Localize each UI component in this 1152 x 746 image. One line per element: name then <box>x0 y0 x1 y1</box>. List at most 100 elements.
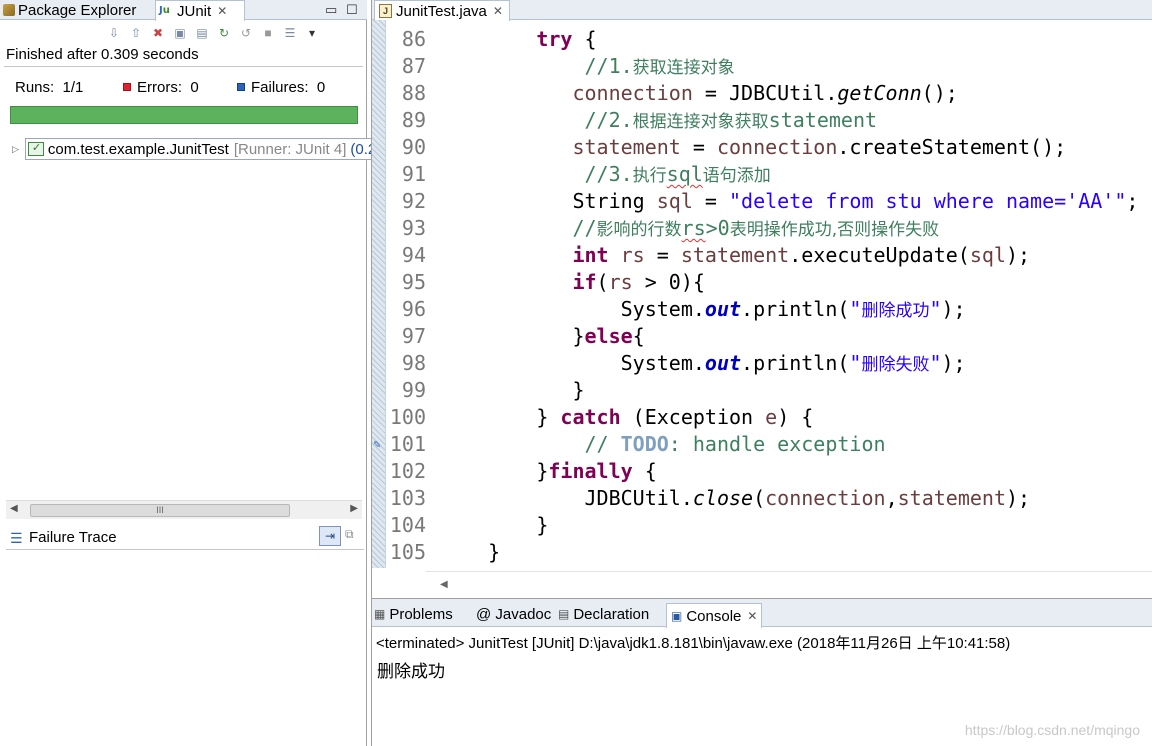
scrollbar-thumb[interactable]: III <box>30 504 290 517</box>
code-line: } <box>440 540 501 564</box>
code-line: if(rs > 0){ <box>572 270 705 294</box>
code-line: //影响的行数rs>0表明操作成功,否则操作失败 <box>572 216 940 240</box>
divider <box>4 66 363 67</box>
errors-counter: Errors: 0 <box>123 79 199 96</box>
editor-tab-bar: J JunitTest.java ✕ <box>372 0 1152 21</box>
java-editor: J JunitTest.java ✕ ✎ 86 try { 87 //1.获取连… <box>371 0 1152 598</box>
code-line: //3.执行sql语句添加 <box>584 162 771 186</box>
tab-label: Problems <box>389 605 453 623</box>
rerun-failed-first-icon[interactable]: ↺ <box>238 25 254 41</box>
close-icon[interactable]: ✕ <box>493 4 503 18</box>
failure-trace-title: Failure Trace <box>29 529 117 546</box>
tab-problems[interactable]: ▦ Problems <box>374 603 453 625</box>
declaration-icon: ▤ <box>558 607 570 621</box>
test-progress-bar <box>10 106 358 124</box>
line-number: 93 <box>401 216 426 240</box>
code-line: // TODO: handle exception <box>584 432 886 456</box>
junit-toolbar: ⇩ ⇧ ✖ ▣ ▤ ↻ ↺ ■ ☰ ▾ <box>106 24 320 42</box>
tree-horizontal-scrollbar[interactable]: ◀ III ▶ <box>6 500 362 519</box>
tab-junit[interactable]: Ju JUnit ✕ <box>155 0 245 21</box>
minimize-icon[interactable]: ▭ <box>325 2 337 18</box>
line-number: 105 <box>389 540 426 564</box>
bottom-tab-bar: ▦ Problems @ Javadoc ▤ Declaration ▣ Con… <box>372 599 1152 628</box>
code-line: } <box>440 378 585 402</box>
java-file-icon: J <box>379 4 392 18</box>
tab-javadoc[interactable]: @ Javadoc <box>476 603 551 625</box>
code-line: System.out.println("删除失败"); <box>440 351 966 375</box>
code-area[interactable]: 86 try { 87 //1.获取连接对象 88 connection = J… <box>386 26 1152 570</box>
line-number: 91 <box>401 162 426 186</box>
package-explorer-icon <box>3 4 15 16</box>
line-number: 87 <box>401 54 426 78</box>
line-number: 95 <box>401 270 426 294</box>
editor-horizontal-scrollbar[interactable]: ◀ <box>426 571 1152 598</box>
test-run-history-icon[interactable]: ☰ <box>282 25 298 41</box>
previous-failure-icon[interactable]: ⇧ <box>128 25 144 41</box>
compare-result-icon[interactable]: ⧉ <box>345 527 354 542</box>
history-icon[interactable]: ▤ <box>194 25 210 41</box>
scroll-lock-icon[interactable]: ▣ <box>172 25 188 41</box>
tab-declaration[interactable]: ▤ Declaration <box>558 603 649 625</box>
test-tree-label[interactable]: com.test.example.JunitTest [Runner: JUni… <box>24 138 414 160</box>
runs-counter: Runs: 1/1 <box>15 79 84 96</box>
problems-icon: ▦ <box>374 607 386 621</box>
tab-label: Declaration <box>573 605 650 623</box>
scroll-left-icon[interactable]: ◀ <box>440 579 448 590</box>
junit-view: Package Explorer Ju JUnit ✕ ▭ ☐ ⇩ ⇧ ✖ ▣ … <box>0 0 414 746</box>
line-number: 86 <box>401 27 426 51</box>
code-line: System.out.println("删除成功"); <box>440 297 966 321</box>
test-counters: Runs: 1/1 Errors: 0 Failures: 0 <box>15 79 365 97</box>
error-icon <box>123 83 131 91</box>
rerun-test-icon[interactable]: ↻ <box>216 25 232 41</box>
code-line: try { <box>536 27 597 51</box>
scroll-left-icon[interactable]: ◀ <box>10 503 18 514</box>
overview-ruler <box>372 20 386 568</box>
close-icon[interactable]: ✕ <box>747 609 757 623</box>
test-tree-item[interactable]: ▷ com.test.example.JunitTest [Runner: JU… <box>12 138 414 160</box>
left-tab-bar: Package Explorer Ju JUnit ✕ ▭ ☐ <box>0 0 367 21</box>
console-output[interactable]: 删除成功 <box>377 657 445 682</box>
maximize-icon[interactable]: ☐ <box>346 2 358 18</box>
task-marker-icon[interactable]: ✎ <box>373 440 381 451</box>
failure-trace-header: ☰ Failure Trace ⇥ ⧉ <box>6 524 364 550</box>
line-number: 98 <box>401 351 426 375</box>
scroll-right-icon[interactable]: ▶ <box>350 503 358 514</box>
code-line: statement = connection.createStatement()… <box>572 135 1067 159</box>
tab-junittest-java[interactable]: J JunitTest.java ✕ <box>374 0 510 21</box>
code-line: }else{ <box>440 324 645 348</box>
expand-arrow-icon[interactable]: ▷ <box>12 144 19 155</box>
line-number: 101 <box>389 432 426 456</box>
line-number: 89 <box>401 108 426 132</box>
line-number: 106 <box>386 566 426 570</box>
code-line: } <box>440 513 549 537</box>
console-icon: ▣ <box>671 609 683 623</box>
tab-package-explorer[interactable]: Package Explorer <box>0 0 154 20</box>
line-number: 99 <box>401 378 426 402</box>
tab-label: JUnit <box>177 2 212 20</box>
code-line: //1.获取连接对象 <box>584 54 735 78</box>
run-status-text: Finished after 0.309 seconds <box>6 46 199 63</box>
stop-icon[interactable]: ■ <box>260 25 276 41</box>
tab-label: Package Explorer <box>18 1 137 19</box>
line-number: 96 <box>401 297 426 321</box>
filter-stack-trace-icon[interactable]: ⇥ <box>319 526 341 546</box>
test-passed-icon <box>27 141 44 156</box>
code-line: } catch (Exception e) { <box>440 405 814 429</box>
failures-counter: Failures: 0 <box>237 79 325 96</box>
line-number: 92 <box>401 189 426 213</box>
failure-icon <box>237 83 245 91</box>
junit-icon: Ju <box>159 5 170 16</box>
line-number: 103 <box>389 486 426 510</box>
code-line: }finally { <box>440 459 657 483</box>
next-failure-icon[interactable]: ⇩ <box>106 25 122 41</box>
console-status: <terminated> JunitTest [JUnit] D:\java\j… <box>376 635 1011 652</box>
tab-console[interactable]: ▣ Console ✕ <box>666 603 763 628</box>
tab-label: JunitTest.java <box>396 2 487 20</box>
line-number: 97 <box>401 324 426 348</box>
code-line: int rs = statement.executeUpdate(sql); <box>572 243 1031 267</box>
tab-label: Console <box>686 607 742 625</box>
line-number: 102 <box>389 459 426 483</box>
close-icon[interactable]: ✕ <box>217 4 227 18</box>
view-menu-icon[interactable]: ▾ <box>304 25 320 41</box>
show-failures-only-icon[interactable]: ✖ <box>150 25 166 41</box>
